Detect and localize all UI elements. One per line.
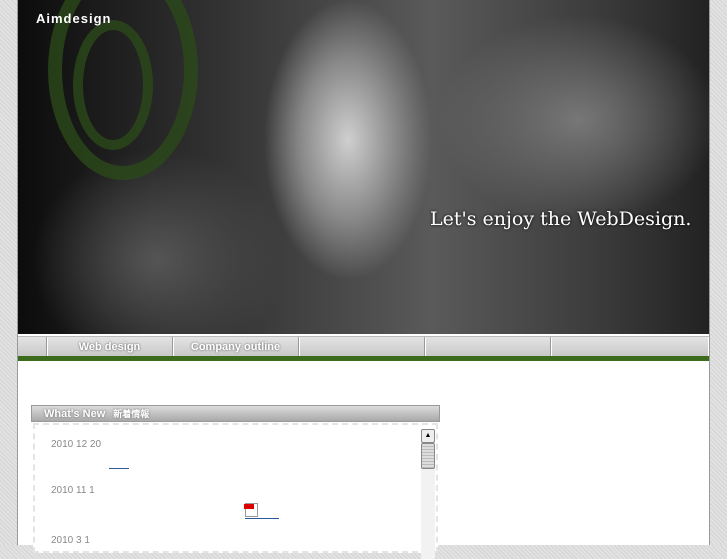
news-list: 2010 12 20 2010 11 1 2010 3 1 ▲: [33, 423, 438, 559]
nav-item-empty-3[interactable]: [551, 337, 708, 357]
nav-underline: [18, 356, 709, 361]
news-link[interactable]: [245, 518, 279, 519]
nav-item-empty-2[interactable]: [425, 337, 551, 357]
scroll-thumb[interactable]: [421, 443, 435, 469]
nav-item-web-design[interactable]: Web design: [47, 337, 173, 357]
news-title: What's New: [44, 408, 106, 420]
page: Aimdesign Let's enjoy the WebDesign. Web…: [17, 0, 710, 559]
scrollbar[interactable]: ▲: [421, 429, 435, 559]
nav-item-empty-1[interactable]: [299, 337, 425, 357]
main-nav: Web design Company outline: [18, 336, 709, 357]
news-date: 2010 12 20: [51, 439, 102, 450]
tagline: Let's enjoy the WebDesign.: [430, 208, 692, 230]
hero-banner: Aimdesign Let's enjoy the WebDesign.: [18, 0, 709, 334]
nav-item-spacer: [18, 337, 47, 357]
news-link[interactable]: [109, 468, 129, 469]
nav-item-company-outline[interactable]: Company outline: [173, 337, 299, 357]
news-date: 2010 3 1: [51, 535, 90, 546]
news-date: 2010 11 1: [51, 485, 95, 496]
pdf-icon[interactable]: [244, 503, 258, 517]
news-header: What's New 新着情報: [31, 405, 440, 422]
swirl-decoration-inner: [73, 20, 153, 150]
logo[interactable]: Aimdesign: [36, 11, 111, 26]
news-title-jp: 新着情報: [113, 409, 150, 419]
scroll-up-icon[interactable]: ▲: [421, 429, 435, 443]
